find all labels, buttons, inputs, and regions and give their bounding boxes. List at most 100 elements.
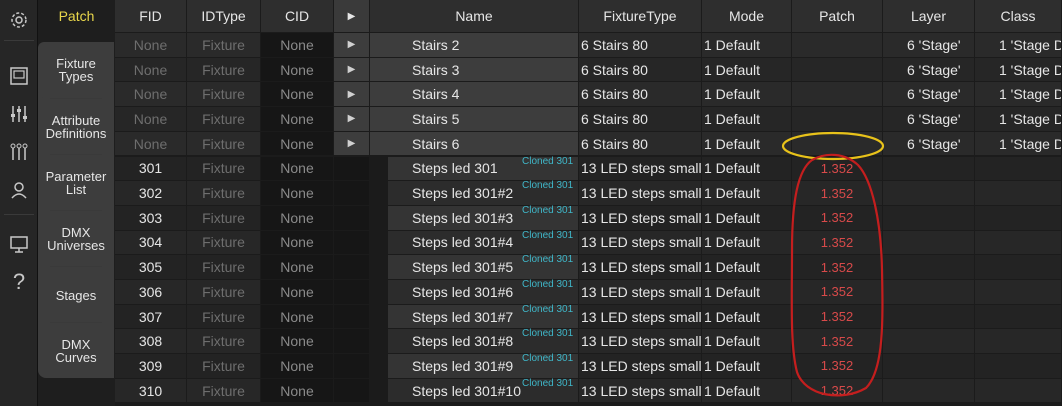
cell-patch[interactable]: 1.352	[792, 255, 882, 279]
cell-fixturetype[interactable]: 6 Stairs 80	[579, 131, 701, 156]
cell-layer[interactable]	[883, 304, 974, 329]
cell-mode[interactable]: 1 Default	[702, 107, 791, 131]
cell-fid[interactable]: 305	[115, 255, 186, 279]
cell-patch[interactable]: 1.352	[792, 230, 882, 255]
cell-cid[interactable]: None	[261, 205, 333, 230]
cell-fid[interactable]: None	[115, 57, 186, 82]
cell-mode[interactable]: 1 Default	[702, 205, 791, 230]
cell-idtype[interactable]: Fixture	[187, 354, 260, 378]
sliders-icon[interactable]	[0, 96, 38, 132]
cell-idtype[interactable]: Fixture	[187, 82, 260, 107]
cell-class[interactable]: 1 'Stage De	[975, 57, 1061, 82]
cell-idtype[interactable]: Fixture	[187, 255, 260, 279]
cell-cid[interactable]: None	[261, 255, 333, 279]
cell-mode[interactable]: 1 Default	[702, 354, 791, 378]
cell-patch[interactable]: 1.352	[792, 378, 882, 403]
help-icon[interactable]: ?	[0, 264, 38, 300]
cell-fixturetype[interactable]: 13 LED steps small	[579, 205, 701, 230]
cat-fixture-types[interactable]: Fixture Types	[38, 42, 114, 98]
cell-cid[interactable]: None	[261, 230, 333, 255]
cell-class[interactable]	[975, 329, 1061, 354]
layout-icon[interactable]	[0, 58, 38, 94]
header-name[interactable]: Name	[370, 0, 579, 32]
expand-arrow-icon[interactable]: ▶	[334, 107, 369, 131]
cell-mode[interactable]: 1 Default	[702, 57, 791, 82]
cell-idtype[interactable]: Fixture	[187, 230, 260, 255]
cell-mode[interactable]: 1 Default	[702, 304, 791, 329]
cat-parameter-list[interactable]: Parameter List	[38, 156, 114, 210]
cell-idtype[interactable]: Fixture	[187, 329, 260, 354]
expand-arrow-icon[interactable]: ▶	[334, 57, 369, 82]
cat-attribute-definitions[interactable]: Attribute Definitions	[38, 100, 114, 154]
cell-class[interactable]	[975, 230, 1061, 255]
cell-fid[interactable]: 302	[115, 181, 186, 205]
expand-arrow-icon[interactable]: ▶	[334, 131, 369, 156]
cell-fixturetype[interactable]: 13 LED steps small	[579, 255, 701, 279]
cell-idtype[interactable]: Fixture	[187, 280, 260, 304]
cat-stages[interactable]: Stages	[38, 268, 114, 322]
cell-mode[interactable]: 1 Default	[702, 33, 791, 57]
cell-cid[interactable]: None	[261, 131, 333, 156]
cell-fixturetype[interactable]: 13 LED steps small	[579, 378, 701, 403]
cell-class[interactable]	[975, 181, 1061, 205]
cell-patch[interactable]: 1.352	[792, 354, 882, 378]
cat-dmx-curves[interactable]: DMX Curves	[38, 324, 114, 378]
cell-fid[interactable]: 308	[115, 329, 186, 354]
cell-cid[interactable]: None	[261, 280, 333, 304]
cell-layer[interactable]	[883, 230, 974, 255]
cell-layer[interactable]: 6 'Stage'	[883, 57, 974, 82]
cell-layer[interactable]	[883, 205, 974, 230]
cell-class[interactable]	[975, 280, 1061, 304]
cell-fid[interactable]: None	[115, 82, 186, 107]
expand-arrow-icon[interactable]: ▶	[334, 33, 369, 57]
cell-cid[interactable]: None	[261, 181, 333, 205]
cell-layer[interactable]	[883, 280, 974, 304]
cell-patch[interactable]: 1.352	[792, 280, 882, 304]
cell-patch[interactable]: 1.352	[792, 329, 882, 354]
header-cid[interactable]: CID	[261, 0, 334, 32]
cell-layer[interactable]	[883, 181, 974, 205]
cell-fid[interactable]: 306	[115, 280, 186, 304]
cell-layer[interactable]: 6 'Stage'	[883, 131, 974, 156]
expand-arrow-icon[interactable]: ▶	[334, 82, 369, 107]
cell-fid[interactable]: 307	[115, 304, 186, 329]
cell-idtype[interactable]: Fixture	[187, 107, 260, 131]
cell-patch[interactable]	[792, 82, 882, 107]
cell-cid[interactable]: None	[261, 33, 333, 57]
cell-patch[interactable]: 1.352	[792, 304, 882, 329]
cell-layer[interactable]	[883, 329, 974, 354]
cell-idtype[interactable]: Fixture	[187, 304, 260, 329]
cell-fixturetype[interactable]: 13 LED steps small	[579, 280, 701, 304]
cell-cid[interactable]: None	[261, 57, 333, 82]
cell-class[interactable]	[975, 304, 1061, 329]
cell-fid[interactable]: 310	[115, 378, 186, 403]
header-fixturetype[interactable]: FixtureType	[579, 0, 702, 32]
cell-fid[interactable]: 304	[115, 230, 186, 255]
cell-patch[interactable]	[792, 33, 882, 57]
cell-idtype[interactable]: Fixture	[187, 57, 260, 82]
cell-layer[interactable]	[883, 354, 974, 378]
cell-layer[interactable]	[883, 156, 974, 181]
cell-mode[interactable]: 1 Default	[702, 82, 791, 107]
cell-patch[interactable]	[792, 107, 882, 131]
cell-mode[interactable]: 1 Default	[702, 255, 791, 279]
cell-patch[interactable]: 1.352	[792, 205, 882, 230]
cell-fid[interactable]: None	[115, 131, 186, 156]
cell-class[interactable]	[975, 205, 1061, 230]
cell-fixturetype[interactable]: 13 LED steps small	[579, 304, 701, 329]
cell-idtype[interactable]: Fixture	[187, 156, 260, 181]
cell-patch[interactable]: 1.352	[792, 156, 882, 181]
cell-cid[interactable]: None	[261, 354, 333, 378]
header-idtype[interactable]: IDType	[187, 0, 261, 32]
cat-dmx-universes[interactable]: DMX Universes	[38, 212, 114, 266]
cell-fixturetype[interactable]: 13 LED steps small	[579, 156, 701, 181]
cell-fixturetype[interactable]: 6 Stairs 80	[579, 107, 701, 131]
cell-layer[interactable]	[883, 378, 974, 403]
cell-fid[interactable]: 303	[115, 205, 186, 230]
cell-name[interactable]: Stairs 4	[370, 82, 578, 107]
cell-fid[interactable]: 301	[115, 156, 186, 181]
cell-fixturetype[interactable]: 13 LED steps small	[579, 230, 701, 255]
cell-mode[interactable]: 1 Default	[702, 230, 791, 255]
cell-patch[interactable]	[792, 131, 882, 156]
cell-fixturetype[interactable]: 6 Stairs 80	[579, 57, 701, 82]
